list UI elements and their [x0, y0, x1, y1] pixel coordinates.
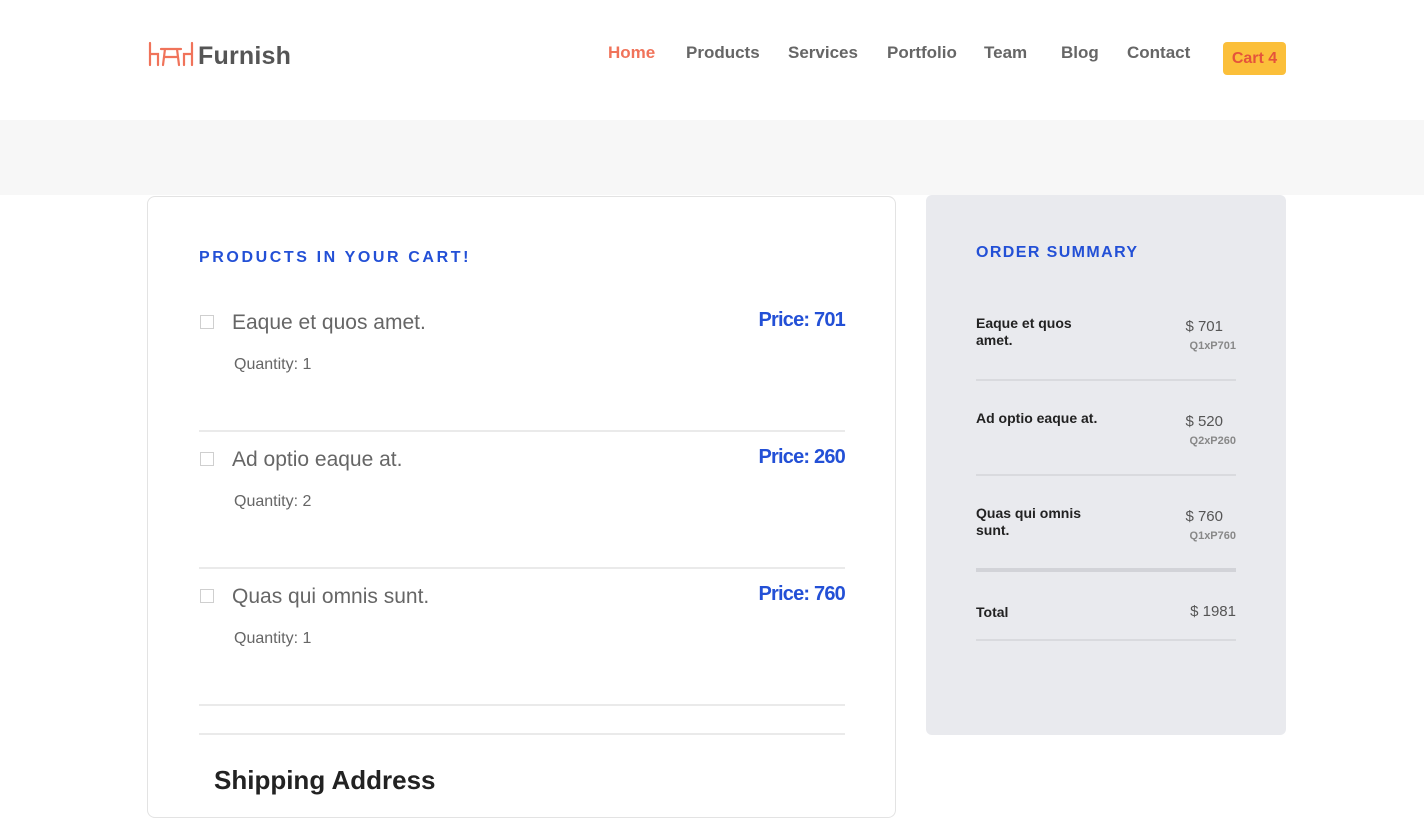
cart-panel: PRODUCTS IN YOUR CART! Eaque et quos ame…	[147, 196, 896, 818]
item-quantity: Quantity: 2	[234, 493, 312, 510]
nav-team[interactable]: Team	[984, 43, 1027, 63]
summary-divider	[976, 568, 1236, 572]
nav-products[interactable]: Products	[686, 43, 760, 63]
brand-name: Furnish	[198, 41, 292, 70]
nav-services[interactable]: Services	[788, 43, 858, 63]
cart-button[interactable]: Cart 4	[1223, 42, 1286, 75]
page-banner	[0, 120, 1424, 195]
item-name: Eaque et quos amet.	[232, 311, 426, 334]
shipping-address-title: Shipping Address	[214, 765, 436, 795]
summary-divider	[976, 379, 1236, 381]
nav-blog[interactable]: Blog	[1061, 43, 1099, 63]
total-label: Total	[976, 604, 1009, 620]
summary-divider	[976, 474, 1236, 476]
cart-item: Ad optio eaque at. Price: 260 Quantity: …	[199, 430, 846, 569]
summary-item-name: Ad optio eaque at.	[976, 410, 1098, 426]
summary-item-amount: $ 701	[1185, 318, 1223, 335]
item-checkbox[interactable]	[200, 589, 214, 603]
nav-portfolio[interactable]: Portfolio	[887, 43, 957, 63]
summary-item-name: Eaque et quos amet.	[976, 315, 1072, 348]
nav-home[interactable]: Home	[608, 43, 655, 63]
chairs-table-icon	[147, 40, 195, 73]
item-name: Quas qui omnis sunt.	[232, 585, 430, 608]
summary-divider	[976, 639, 1236, 641]
cart-item: Eaque et quos amet. Price: 701 Quantity:…	[199, 293, 846, 432]
nav-contact[interactable]: Contact	[1127, 43, 1190, 63]
item-price: Price: 701	[758, 309, 845, 331]
item-quantity: Quantity: 1	[234, 356, 312, 373]
summary-item-calc: Q2xP260	[1189, 435, 1236, 447]
item-checkbox[interactable]	[200, 452, 214, 466]
order-summary: ORDER SUMMARY Eaque et quos amet. $ 701 …	[926, 195, 1286, 735]
section-divider	[199, 733, 845, 735]
summary-item-name: Quas qui omnis sunt.	[976, 505, 1082, 538]
item-checkbox[interactable]	[200, 315, 214, 329]
summary-heading: ORDER SUMMARY	[976, 244, 1139, 261]
cart-heading: PRODUCTS IN YOUR CART!	[199, 249, 472, 266]
item-price: Price: 760	[758, 583, 845, 605]
total-value: $ 1981	[1190, 603, 1236, 620]
brand-logo[interactable]: Furnish	[147, 40, 291, 72]
item-price: Price: 260	[758, 446, 845, 468]
cart-item: Quas qui omnis sunt. Price: 760 Quantity…	[199, 567, 846, 706]
item-quantity: Quantity: 1	[234, 630, 312, 647]
summary-item-calc: Q1xP760	[1189, 530, 1236, 542]
site-header: Furnish Home Products Services Portfolio…	[0, 0, 1424, 120]
summary-item-amount: $ 520	[1185, 413, 1223, 430]
item-name: Ad optio eaque at.	[232, 448, 403, 471]
summary-item-calc: Q1xP701	[1189, 340, 1236, 352]
summary-item-amount: $ 760	[1185, 508, 1223, 525]
